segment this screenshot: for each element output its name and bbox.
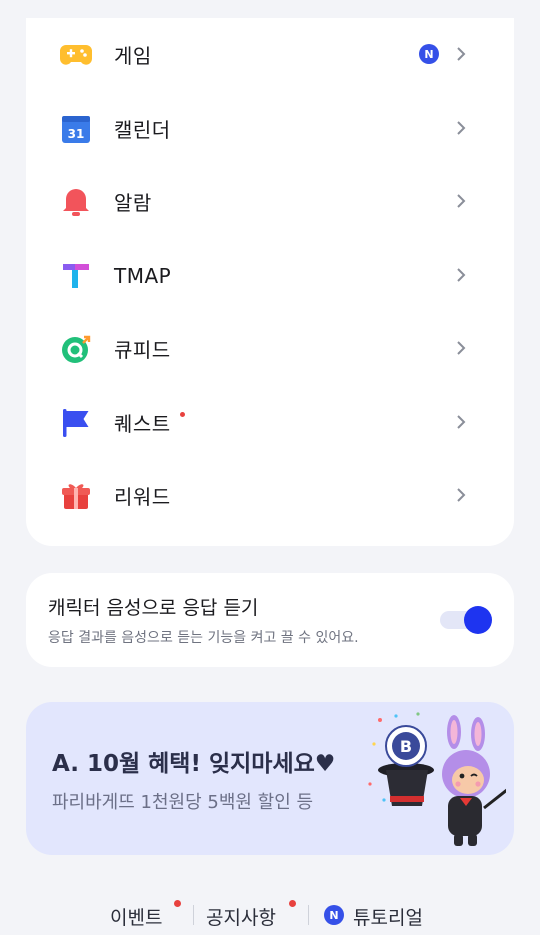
svg-text:B: B: [400, 737, 412, 756]
svg-text:31: 31: [68, 127, 85, 141]
menu-item-quest[interactable]: 퀘스트: [26, 386, 514, 459]
gift-icon: [60, 480, 92, 512]
menu-item-alarm[interactable]: 알람: [26, 165, 514, 238]
chevron-right-icon: [457, 415, 466, 429]
banner-title: A. 10월 혜택! 잊지마세요♥: [52, 751, 336, 777]
tutorial-link[interactable]: 튜토리얼: [353, 903, 423, 930]
menu-label: 큐피드: [114, 338, 171, 362]
voice-setting-title: 캐릭터 음성으로 응답 듣기: [48, 597, 259, 619]
menu-item-qpid[interactable]: 큐피드: [26, 312, 514, 385]
menu-card: 게임 N 31 캘린더 알람 TMAP 큐피드 퀘스트 리워드: [26, 18, 514, 546]
menu-item-game[interactable]: 게임 N: [26, 18, 514, 91]
menu-label: 알람: [114, 191, 152, 215]
divider: [308, 905, 309, 925]
chevron-right-icon: [457, 194, 466, 208]
notice-link[interactable]: 공지사항: [206, 903, 276, 930]
magician-bunny-illustration: B: [368, 712, 506, 846]
menu-label: 게임: [114, 44, 152, 68]
qpid-icon: [60, 333, 92, 365]
chevron-right-icon: [457, 488, 466, 502]
new-dot: [180, 412, 185, 417]
voice-setting-description: 응답 결과를 음성으로 듣는 기능을 켜고 끌 수 있어요.: [48, 630, 359, 646]
new-badge: N: [324, 905, 344, 925]
footer-links: 이벤트 공지사항 N 튜토리얼: [0, 895, 540, 935]
menu-label: 리워드: [114, 485, 171, 509]
menu-label: 캘린더: [114, 118, 171, 142]
flag-icon: [60, 407, 92, 439]
calendar-icon: 31: [60, 113, 92, 145]
chevron-right-icon: [457, 47, 466, 61]
new-dot: [174, 900, 181, 907]
voice-toggle[interactable]: [440, 606, 492, 634]
menu-label: 퀘스트: [114, 412, 171, 436]
toggle-knob: [464, 606, 492, 634]
chevron-right-icon: [457, 121, 466, 135]
promo-banner[interactable]: A. 10월 혜택! 잊지마세요♥ 파리바게뜨 1천원당 5백원 할인 등 B: [26, 702, 514, 855]
bell-icon: [60, 186, 92, 218]
menu-item-reward[interactable]: 리워드: [26, 459, 514, 532]
new-dot: [289, 900, 296, 907]
gamepad-icon: [60, 39, 92, 71]
event-link[interactable]: 이벤트: [110, 903, 162, 930]
menu-item-calendar[interactable]: 31 캘린더: [26, 92, 514, 165]
chevron-right-icon: [457, 268, 466, 282]
new-badge: N: [419, 44, 439, 64]
menu-item-tmap[interactable]: TMAP: [26, 239, 514, 312]
banner-subtitle: 파리바게뜨 1천원당 5백원 할인 등: [52, 792, 314, 813]
chevron-right-icon: [457, 341, 466, 355]
voice-setting-card: 캐릭터 음성으로 응답 듣기 응답 결과를 음성으로 듣는 기능을 켜고 끌 수…: [26, 573, 514, 667]
menu-label: TMAP: [114, 263, 172, 288]
divider: [193, 905, 194, 925]
tmap-icon: [60, 260, 92, 292]
